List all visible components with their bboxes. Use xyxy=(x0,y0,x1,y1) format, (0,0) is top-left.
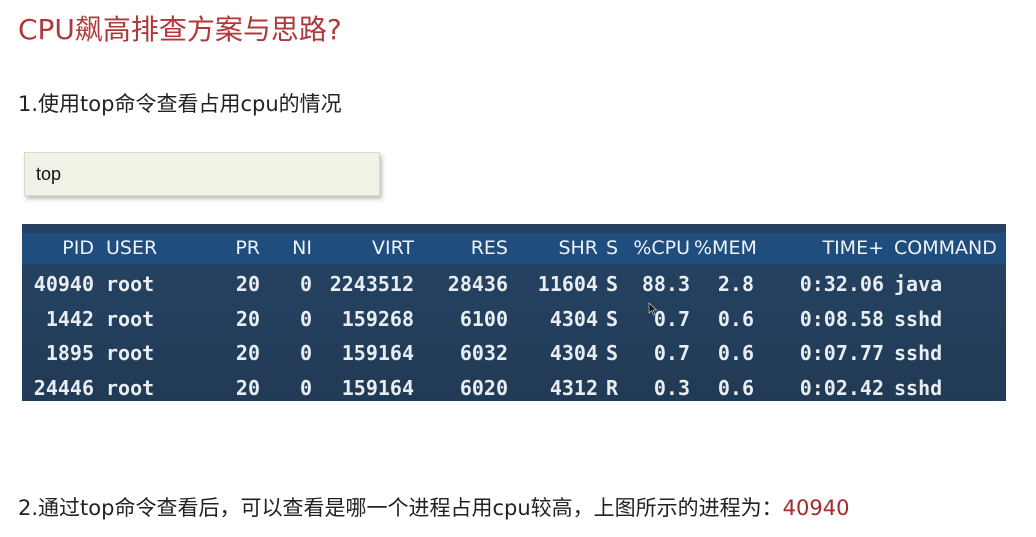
cell-user: root xyxy=(106,307,155,331)
cell-shr: 4304 xyxy=(549,307,598,331)
header-user: USER xyxy=(106,237,158,259)
cell-user: root xyxy=(106,272,155,296)
command-text: top xyxy=(36,164,62,184)
cell-ni: 0 xyxy=(299,272,312,296)
cell-ni: 0 xyxy=(299,376,312,400)
cell-command: java xyxy=(894,272,943,296)
header-pid: PID xyxy=(62,237,94,259)
cell-res: 28436 xyxy=(447,272,508,296)
cell-pr: 20 xyxy=(235,272,260,296)
cell-command: sshd xyxy=(894,341,943,365)
cell-pid: 24446 xyxy=(33,376,94,400)
cell-command: sshd xyxy=(894,307,943,331)
table-row: 24446 root 20 0 159164 6020 4312 R 0.3 0… xyxy=(22,372,1006,401)
header-cpu: %CPU xyxy=(633,237,690,259)
cell-virt: 159164 xyxy=(341,376,414,400)
cell-res: 6020 xyxy=(459,376,508,400)
step-1-text: 1.使用top命令查看占用cpu的情况 xyxy=(18,92,342,116)
highlighted-pid: 40940 xyxy=(782,496,850,520)
cell-res: 6100 xyxy=(459,307,508,331)
cell-ni: 0 xyxy=(299,307,312,331)
header-time: TIME+ xyxy=(822,237,884,259)
cell-cpu: 88.3 xyxy=(641,272,690,296)
table-header: PID USER PR NI VIRT RES SHR S %CPU %MEM … xyxy=(22,233,1006,264)
table-row: 40940 root 20 0 2243512 28436 11604 S 88… xyxy=(22,268,1006,302)
header-mem: %MEM xyxy=(694,237,757,259)
table-row: 1442 root 20 0 159268 6100 4304 S 0.7 0.… xyxy=(22,303,1006,337)
cell-time: 0:08.58 xyxy=(799,307,884,331)
cell-virt: 2243512 xyxy=(329,272,414,296)
header-s: S xyxy=(606,237,619,259)
cell-ni: 0 xyxy=(299,341,312,365)
cell-pid: 1442 xyxy=(45,307,94,331)
cell-pr: 20 xyxy=(235,307,260,331)
cell-time: 0:32.06 xyxy=(799,272,884,296)
header-pr: PR xyxy=(235,237,260,259)
cell-time: 0:07.77 xyxy=(799,341,884,365)
header-res: RES xyxy=(470,237,508,259)
cell-mem: 0.6 xyxy=(717,376,754,400)
cell-virt: 159268 xyxy=(341,307,414,331)
cell-s: R xyxy=(606,376,619,400)
cell-pid: 40940 xyxy=(33,272,94,296)
header-ni: NI xyxy=(292,237,312,259)
cell-res: 6032 xyxy=(459,341,508,365)
cell-virt: 159164 xyxy=(341,341,414,365)
cell-mem: 2.8 xyxy=(717,272,754,296)
cell-shr: 4312 xyxy=(549,376,598,400)
cell-command: sshd xyxy=(894,376,943,400)
command-box: top xyxy=(24,152,380,196)
cell-pr: 20 xyxy=(235,341,260,365)
cell-s: S xyxy=(606,307,619,331)
page-title: CPU飙高排查方案与思路? xyxy=(18,13,342,46)
header-virt: VIRT xyxy=(371,237,414,259)
cell-shr: 4304 xyxy=(549,341,598,365)
cell-cpu: 0.3 xyxy=(653,376,690,400)
cell-time: 0:02.42 xyxy=(799,376,884,400)
cell-shr: 11604 xyxy=(537,272,598,296)
mouse-cursor-icon xyxy=(648,302,658,316)
cell-s: S xyxy=(606,272,619,296)
header-shr: SHR xyxy=(558,237,598,259)
cell-mem: 0.6 xyxy=(717,341,754,365)
step-2-body: 2.通过top命令查看后，可以查看是哪一个进程占用cpu较高，上图所示的进程为： xyxy=(18,496,783,520)
step-2-text: 2.通过top命令查看后，可以查看是哪一个进程占用cpu较高，上图所示的进程为：… xyxy=(18,492,849,522)
cell-user: root xyxy=(106,341,155,365)
top-output-terminal: PID USER PR NI VIRT RES SHR S %CPU %MEM … xyxy=(22,224,1006,401)
cell-cpu: 0.7 xyxy=(653,341,690,365)
cell-cpu: 0.7 xyxy=(653,307,690,331)
cell-s: S xyxy=(606,341,619,365)
cell-pid: 1895 xyxy=(45,341,94,365)
cell-pr: 20 xyxy=(235,376,260,400)
header-command: COMMAND xyxy=(894,237,997,259)
cell-user: root xyxy=(106,376,155,400)
table-row: 1895 root 20 0 159164 6032 4304 S 0.7 0.… xyxy=(22,337,1006,371)
cell-mem: 0.6 xyxy=(717,307,754,331)
